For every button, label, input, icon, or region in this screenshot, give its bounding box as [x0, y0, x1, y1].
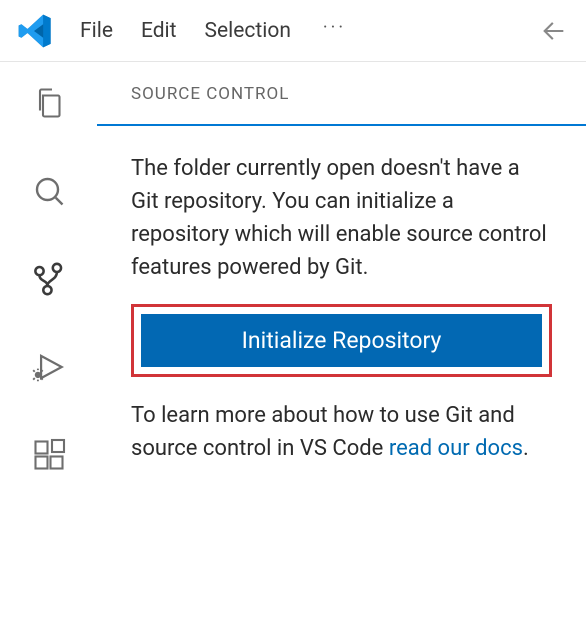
- highlight-annotation: Initialize Repository: [131, 304, 552, 377]
- back-arrow-icon[interactable]: [540, 17, 568, 45]
- scm-intro-text: The folder currently open doesn't have a…: [131, 152, 552, 284]
- sidebar-title: SOURCE CONTROL: [97, 84, 586, 124]
- explorer-icon[interactable]: [30, 84, 68, 122]
- menu-overflow-icon[interactable]: ···: [323, 17, 346, 44]
- menu-file[interactable]: File: [80, 19, 113, 43]
- menubar: File Edit Selection ···: [80, 17, 540, 44]
- main: SOURCE CONTROL The folder currently open…: [0, 62, 586, 619]
- search-icon[interactable]: [30, 172, 68, 210]
- vscode-logo-icon: [18, 14, 52, 48]
- source-control-icon[interactable]: [30, 260, 68, 298]
- menu-selection[interactable]: Selection: [205, 19, 291, 43]
- scm-panel: The folder currently open doesn't have a…: [97, 124, 586, 465]
- learn-more-suffix: .: [523, 436, 529, 461]
- source-control-sidebar: SOURCE CONTROL The folder currently open…: [97, 62, 586, 619]
- scm-learn-more-text: To learn more about how to use Git and s…: [131, 399, 552, 465]
- menu-edit[interactable]: Edit: [141, 19, 177, 43]
- run-debug-icon[interactable]: [30, 348, 68, 386]
- initialize-repository-button[interactable]: Initialize Repository: [141, 314, 542, 367]
- extensions-icon[interactable]: [30, 436, 68, 474]
- activity-bar: [0, 62, 97, 619]
- read-our-docs-link[interactable]: read our docs: [389, 436, 523, 461]
- titlebar: File Edit Selection ···: [0, 0, 586, 62]
